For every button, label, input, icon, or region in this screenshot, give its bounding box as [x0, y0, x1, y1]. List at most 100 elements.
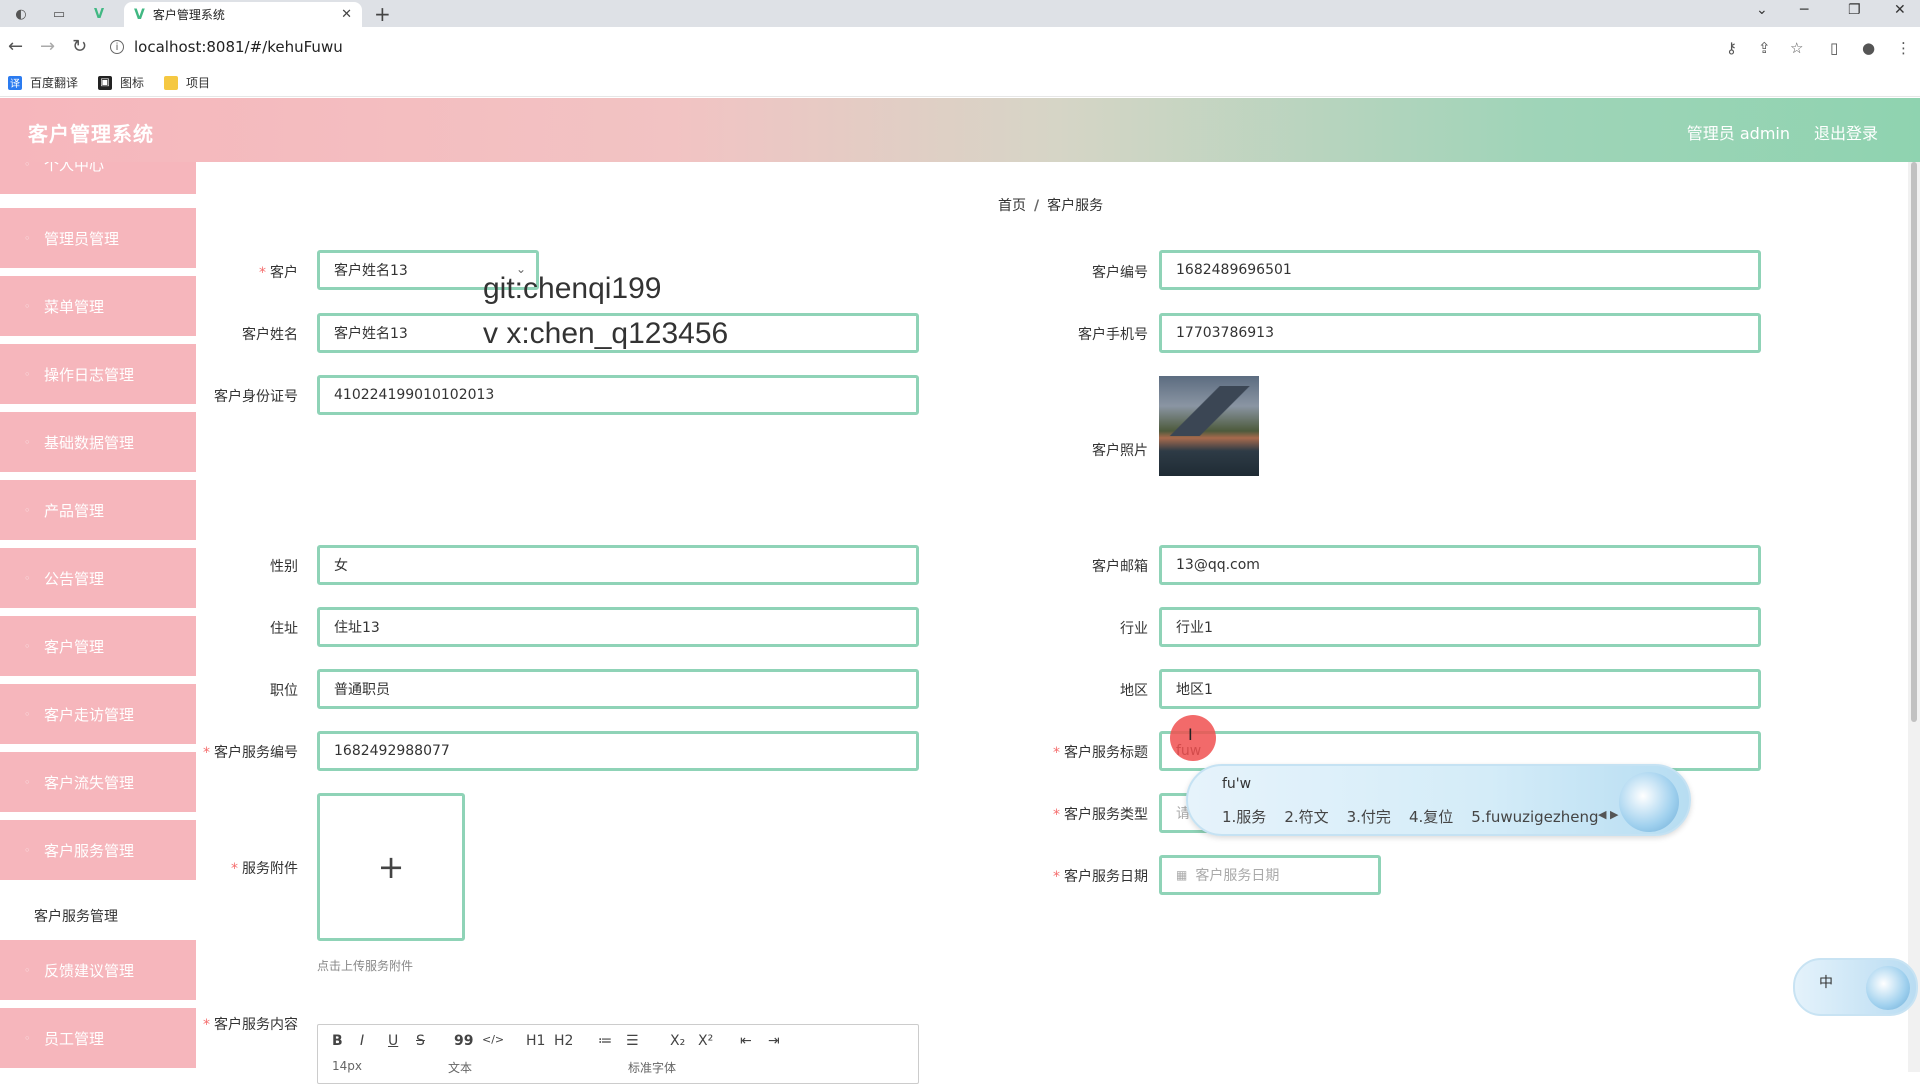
info-icon[interactable]: i: [110, 40, 124, 54]
industry-field[interactable]: 行业1: [1159, 607, 1761, 647]
breadcrumb-home[interactable]: 首页: [998, 198, 1026, 214]
active-tab[interactable]: V 客户管理系统 ✕: [124, 2, 362, 27]
h1-button[interactable]: H1: [526, 1033, 545, 1049]
gender-field[interactable]: 女: [317, 545, 919, 585]
sidebar-item-notice[interactable]: ◦ 公告管理: [0, 548, 196, 610]
admin-label: 管理员 admin: [1686, 124, 1790, 143]
mountain-image-icon: [1159, 386, 1259, 436]
pinned-tab-blank[interactable]: ▭: [46, 3, 72, 25]
ime-candidate[interactable]: 1.服务: [1222, 808, 1266, 826]
header-select[interactable]: 文本: [448, 1059, 472, 1076]
ime-candidate[interactable]: 2.符文: [1284, 808, 1328, 826]
label-attachment: * 服务附件: [231, 861, 298, 877]
sidebar-item-personal-center[interactable]: ◦ 个人中心: [0, 162, 196, 196]
pinned-tab-vue-icon[interactable]: V: [86, 3, 112, 25]
font-family-select[interactable]: 标准字体: [628, 1059, 676, 1076]
bookmark-icons[interactable]: ▣ 图标: [98, 74, 144, 91]
service-date-picker[interactable]: ▦ 客户服务日期: [1159, 855, 1381, 895]
label-photo: 客户照片: [1092, 443, 1148, 459]
cursor-highlight: I: [1170, 715, 1216, 761]
label-region: 地区: [1120, 683, 1148, 699]
app-header: 客户管理系统 管理员 admin 退出登录: [0, 98, 1920, 162]
customer-photo[interactable]: [1159, 376, 1259, 476]
pinned-tab-icon[interactable]: ◐: [8, 3, 34, 25]
font-size-select[interactable]: 14px: [332, 1059, 362, 1073]
new-tab-button[interactable]: +: [374, 2, 391, 26]
sidebar-item-menu[interactable]: ◦ 菜单管理: [0, 276, 196, 338]
kehu-no-field[interactable]: 1682489696501: [1159, 250, 1761, 290]
ime-candidate[interactable]: 3.付完: [1347, 808, 1391, 826]
menu-icon: ◦: [24, 504, 31, 517]
id-card-field[interactable]: 410224199010102013: [317, 375, 919, 415]
sidebar-item-staff[interactable]: ◦ 员工管理: [0, 1008, 196, 1070]
ime-pager-icon[interactable]: ◀ ▶: [1598, 808, 1618, 821]
sidebar-item-oplog[interactable]: ◦ 操作日志管理: [0, 344, 196, 406]
blockquote-button[interactable]: 99: [454, 1033, 473, 1049]
bold-button[interactable]: B: [332, 1033, 343, 1049]
phone-field[interactable]: 17703786913: [1159, 313, 1761, 353]
ime-candidate[interactable]: 4.复位: [1409, 808, 1453, 826]
reload-icon[interactable]: ↻: [72, 36, 87, 57]
sidebar-item-product[interactable]: ◦ 产品管理: [0, 480, 196, 542]
scrollbar[interactable]: [1908, 162, 1920, 1072]
sidepanel-icon[interactable]: ▯: [1830, 39, 1838, 57]
window-close-button[interactable]: ✕: [1894, 2, 1906, 18]
outdent-button[interactable]: ⇤: [740, 1033, 752, 1049]
label-content: * 客户服务内容: [203, 1017, 298, 1033]
strike-button[interactable]: S: [416, 1033, 425, 1049]
app-title: 客户管理系统: [28, 122, 154, 146]
chevron-down-icon[interactable]: ⌄: [1756, 2, 1768, 18]
ime-candidate-window[interactable]: fu'w 1.服务 2.符文 3.付完 4.复位 5.fuwuzigezheng ◀ ▶: [1186, 764, 1691, 836]
forward-arrow-icon[interactable]: →: [40, 36, 55, 57]
ime-composition: fu'w: [1222, 776, 1252, 792]
key-icon[interactable]: ⚷: [1726, 39, 1737, 57]
ordered-list-button[interactable]: ≔: [598, 1033, 612, 1049]
menu-icon: ◦: [24, 776, 31, 789]
ime-candidates: 1.服务 2.符文 3.付完 4.复位 5.fuwuzigezheng: [1222, 806, 1617, 827]
service-no-field[interactable]: 1682492988077: [317, 731, 919, 771]
code-button[interactable]: </>: [482, 1033, 504, 1046]
logout-button[interactable]: 退出登录: [1814, 120, 1878, 144]
rich-text-editor[interactable]: B I U S 99 </> H1 H2 ≔ ☰ X₂ X² ⇤ ⇥ 14px …: [317, 1024, 919, 1084]
region-field[interactable]: 地区1: [1159, 669, 1761, 709]
url-text: localhost:8081/#/kehuFuwu: [134, 38, 343, 56]
breadcrumb: 首页 / 客户服务: [998, 198, 1104, 214]
menu-dots-icon[interactable]: ⋮: [1896, 39, 1911, 57]
subscript-button[interactable]: X₂: [670, 1033, 685, 1049]
restore-button[interactable]: ❐: [1848, 2, 1861, 18]
underline-button[interactable]: U: [388, 1033, 398, 1049]
minimize-button[interactable]: ─: [1800, 2, 1808, 18]
email-field[interactable]: 13@qq.com: [1159, 545, 1761, 585]
profile-icon[interactable]: ●: [1862, 39, 1875, 57]
url-field[interactable]: i localhost:8081/#/kehuFuwu: [110, 33, 1450, 61]
star-icon[interactable]: ☆: [1790, 39, 1803, 57]
sidebar-item-feedback[interactable]: ◦ 反馈建议管理: [0, 940, 196, 1002]
back-arrow-icon[interactable]: ←: [8, 36, 23, 57]
address-field[interactable]: 住址13: [317, 607, 919, 647]
sidebar-item-admin[interactable]: ◦ 管理员管理: [0, 208, 196, 270]
ime-mode[interactable]: 中: [1819, 972, 1833, 992]
sidebar-item-visit[interactable]: ◦ 客户走访管理: [0, 684, 196, 746]
bullet-list-button[interactable]: ☰: [626, 1033, 639, 1049]
sidebar-item-basedata[interactable]: ◦ 基础数据管理: [0, 412, 196, 474]
bookmark-baidu-translate[interactable]: 译 百度翻译: [8, 74, 78, 91]
bookmark-project[interactable]: 项目: [164, 74, 210, 91]
share-icon[interactable]: ⇪: [1758, 39, 1771, 57]
position-field[interactable]: 普通职员: [317, 669, 919, 709]
h2-button[interactable]: H2: [554, 1033, 573, 1049]
upload-button[interactable]: +: [317, 793, 465, 941]
ime-status-bar[interactable]: 中: [1793, 958, 1918, 1016]
sidebar-subitem-service[interactable]: 客户服务管理: [0, 892, 196, 940]
image-icon: ▣: [98, 75, 112, 90]
italic-button[interactable]: I: [360, 1033, 364, 1049]
label-service-date: * 客户服务日期: [1053, 869, 1148, 885]
ime-candidate[interactable]: 5.fuwuzigezheng: [1471, 808, 1598, 826]
sidebar-item-service[interactable]: ◦ 客户服务管理: [0, 820, 196, 882]
sidebar-item-churn[interactable]: ◦ 客户流失管理: [0, 752, 196, 814]
indent-button[interactable]: ⇥: [768, 1033, 780, 1049]
scrollbar-thumb[interactable]: [1911, 162, 1917, 722]
superscript-button[interactable]: X²: [698, 1033, 713, 1049]
sidebar-item-customer[interactable]: ◦ 客户管理: [0, 616, 196, 678]
menu-icon: ◦: [24, 162, 31, 171]
close-icon[interactable]: ✕: [341, 7, 352, 22]
